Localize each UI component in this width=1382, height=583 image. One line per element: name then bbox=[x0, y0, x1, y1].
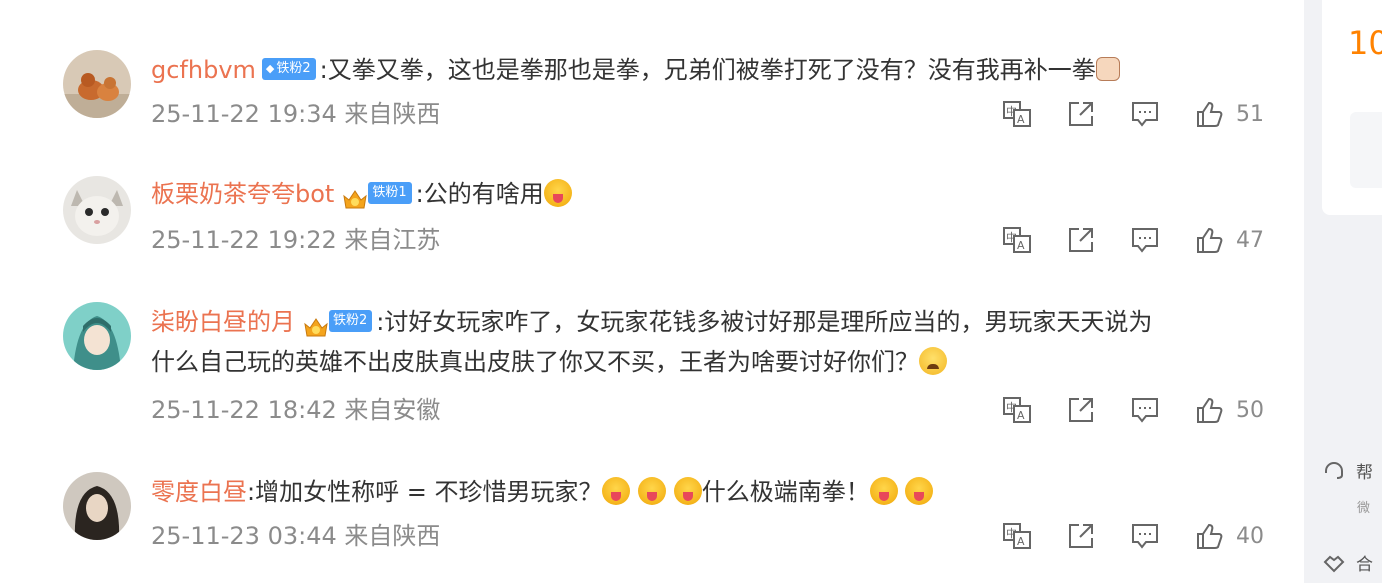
comment-icon[interactable] bbox=[1130, 394, 1160, 426]
comment-text-row: 板栗奶茶夸夸bot 铁粉1:公的有啥用 bbox=[151, 174, 1266, 214]
like-count: 47 bbox=[1236, 227, 1264, 253]
sidebar-box[interactable] bbox=[1350, 112, 1382, 188]
like-button[interactable]: 40 bbox=[1194, 520, 1264, 552]
help-link[interactable]: 帮 bbox=[1322, 458, 1373, 483]
gem-icon: ◆ bbox=[265, 62, 275, 75]
crying-emoji-icon bbox=[919, 347, 947, 375]
comment-text: 公的有啥用 bbox=[423, 180, 544, 208]
like-button[interactable]: 47 bbox=[1194, 224, 1264, 256]
comment-time: 25-11-22 19:22 bbox=[151, 226, 337, 254]
tongue-emoji-icon bbox=[543, 179, 572, 207]
comment-actions: 中A 51 bbox=[1000, 98, 1270, 130]
like-button[interactable]: 50 bbox=[1194, 394, 1264, 426]
comment-text: 又拳又拳，这也是拳那也是拳，兄弟们被拳打死了没有？没有我再补一拳 bbox=[327, 56, 1096, 84]
share-icon[interactable] bbox=[1066, 520, 1096, 552]
crown-icon bbox=[303, 310, 329, 337]
comment-meta: 25-11-22 19:22 来自江苏 bbox=[151, 224, 440, 256]
svg-text:A: A bbox=[1017, 239, 1025, 252]
tongue-emoji-icon bbox=[905, 477, 934, 505]
username[interactable]: gcfhbvm bbox=[151, 56, 256, 84]
comment-time: 25-11-22 19:34 bbox=[151, 100, 337, 128]
svg-text:A: A bbox=[1017, 113, 1025, 126]
comment-list: gcfhbvm ◆ 铁粉2:又拳又拳，这也是拳那也是拳，兄弟们被拳打死了没有？没有我… bbox=[0, 0, 1304, 583]
comment-text: 什么自己玩的英雄不出皮肤真出皮肤了你又不买，王者为啥要讨好你们？ bbox=[151, 348, 919, 376]
avatar[interactable] bbox=[63, 302, 131, 370]
comment-location: 来自江苏 bbox=[344, 226, 441, 254]
comment-time: 25-11-23 03:44 bbox=[151, 522, 337, 550]
share-icon[interactable] bbox=[1066, 224, 1096, 256]
comment-location: 来自陕西 bbox=[344, 100, 441, 128]
comment-actions: 中A 47 bbox=[1000, 224, 1270, 256]
comment-meta: 25-11-22 18:42 来自安徽 bbox=[151, 394, 440, 426]
like-count: 51 bbox=[1236, 101, 1264, 127]
fan-badge[interactable]: 铁粉1 bbox=[368, 182, 412, 204]
fan-badge[interactable]: ◆ 铁粉2 bbox=[261, 58, 316, 80]
comment-actions: 中A 50 bbox=[1000, 394, 1270, 426]
like-icon bbox=[1197, 101, 1223, 127]
avatar[interactable] bbox=[63, 472, 131, 540]
translate-icon[interactable]: 中A bbox=[1002, 394, 1032, 426]
tongue-emoji-icon bbox=[673, 477, 702, 505]
like-button[interactable]: 51 bbox=[1194, 98, 1264, 130]
like-icon bbox=[1197, 397, 1223, 423]
fan-badge[interactable]: 铁粉2 bbox=[329, 310, 373, 332]
like-icon bbox=[1197, 523, 1223, 549]
help-sub: 微 bbox=[1357, 501, 1371, 516]
like-icon bbox=[1197, 227, 1223, 253]
share-icon[interactable] bbox=[1066, 98, 1096, 130]
comment-text-row: 什么自己玩的英雄不出皮肤真出皮肤了你又不买，王者为啥要讨好你们？ bbox=[151, 342, 1266, 382]
comment-meta: 25-11-22 19:34 来自陕西 bbox=[151, 98, 440, 130]
comment-location: 来自陕西 bbox=[344, 522, 441, 550]
fist-emoji-icon bbox=[1095, 57, 1120, 81]
translate-icon[interactable]: 中A bbox=[1002, 224, 1032, 256]
comment-text: 讨好女玩家咋了，女玩家花钱多被讨好那是理所应当的，男玩家天天说为 bbox=[384, 308, 1153, 336]
comment-text-row: gcfhbvm ◆ 铁粉2:又拳又拳，这也是拳那也是拳，兄弟们被拳打死了没有？没有我… bbox=[151, 50, 1266, 90]
username[interactable]: 柒盼白昼的月 bbox=[151, 308, 295, 336]
comment-location: 来自安徽 bbox=[344, 396, 441, 424]
headset-icon bbox=[1325, 461, 1343, 479]
comment-meta: 25-11-23 03:44 来自陕西 bbox=[151, 520, 440, 552]
comment-icon[interactable] bbox=[1130, 520, 1160, 552]
comment-actions: 中A 40 bbox=[1000, 520, 1270, 552]
like-count: 50 bbox=[1236, 397, 1264, 423]
avatar[interactable] bbox=[63, 176, 131, 244]
username[interactable]: 板栗奶茶夸夸bot bbox=[151, 180, 334, 208]
comment-time: 25-11-22 18:42 bbox=[151, 396, 337, 424]
handshake-icon bbox=[1323, 555, 1345, 572]
translate-icon[interactable]: 中A bbox=[1002, 520, 1032, 552]
translate-icon[interactable]: 中A bbox=[1002, 98, 1032, 130]
tongue-emoji-icon bbox=[638, 477, 667, 505]
comment-text-row: 柒盼白昼的月 铁粉2:讨好女玩家咋了，女玩家花钱多被讨好那是理所应当的，男玩家天天… bbox=[151, 308, 1153, 337]
comment-icon[interactable] bbox=[1130, 224, 1160, 256]
sidebar-number: 10 bbox=[1348, 24, 1382, 62]
avatar[interactable] bbox=[63, 50, 131, 118]
comment-text-row: 零度白昼:增加女性称呼 = 不珍惜男玩家？ 什么极端南拳！ bbox=[151, 472, 1266, 512]
share-icon[interactable] bbox=[1066, 394, 1096, 426]
comment-icon[interactable] bbox=[1130, 98, 1160, 130]
tongue-emoji-icon bbox=[602, 477, 631, 505]
tongue-emoji-icon bbox=[869, 477, 898, 505]
comment-text: 增加女性称呼 = 不珍惜男玩家？ bbox=[255, 478, 603, 506]
crown-icon bbox=[342, 182, 368, 209]
cooperation-link[interactable]: 合 bbox=[1322, 550, 1373, 575]
svg-text:A: A bbox=[1017, 535, 1025, 548]
like-count: 40 bbox=[1236, 523, 1264, 549]
username[interactable]: 零度白昼 bbox=[151, 478, 247, 506]
svg-text:A: A bbox=[1017, 409, 1025, 422]
comment-text: 什么极端南拳！ bbox=[701, 478, 870, 506]
